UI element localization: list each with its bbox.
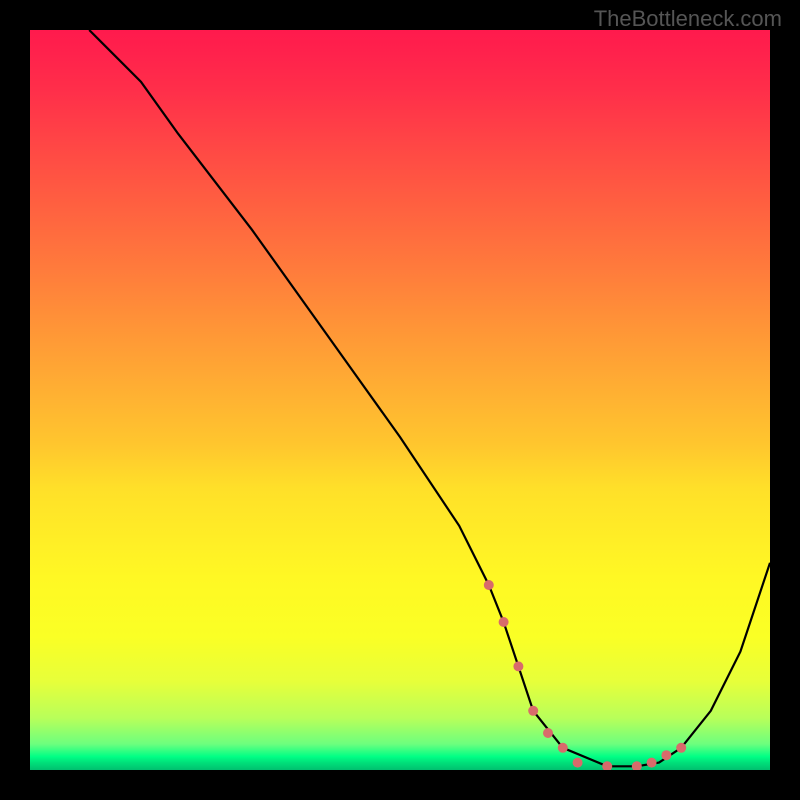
curve-line — [89, 30, 770, 766]
marker-point — [632, 761, 642, 770]
chart-plot-area — [30, 30, 770, 770]
marker-point — [661, 750, 671, 760]
marker-point — [573, 758, 583, 768]
watermark-text: TheBottleneck.com — [594, 6, 782, 32]
marker-point — [602, 761, 612, 770]
marker-point — [647, 758, 657, 768]
marker-point — [676, 743, 686, 753]
marker-point — [528, 706, 538, 716]
marker-point — [558, 743, 568, 753]
marker-point — [499, 617, 509, 627]
marker-group — [484, 580, 686, 770]
marker-point — [484, 580, 494, 590]
marker-point — [543, 728, 553, 738]
marker-point — [513, 661, 523, 671]
chart-svg — [30, 30, 770, 770]
